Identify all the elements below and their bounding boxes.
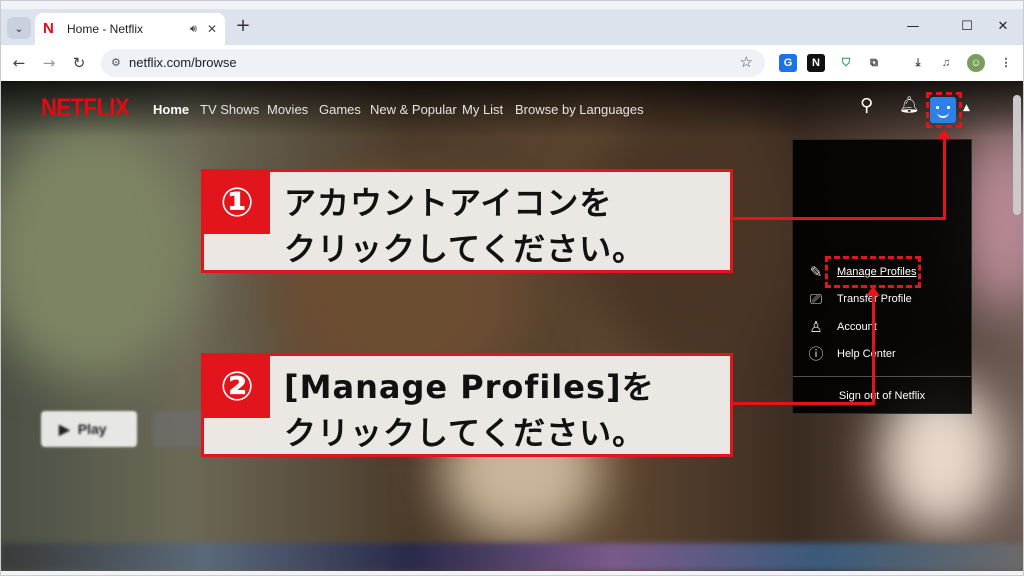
netflix-header: NETFLIX Home TV Shows Movies Games New &… <box>1 81 1023 137</box>
address-bar[interactable]: ⚙ netflix.com/browse ☆ <box>101 49 765 77</box>
url-text: netflix.com/browse <box>129 55 237 70</box>
avatar-highlight <box>926 92 962 128</box>
nav-tv-shows[interactable]: TV Shows <box>200 102 259 117</box>
content-row-strip <box>1 543 1023 571</box>
minimize-button[interactable]: — <box>893 17 933 37</box>
close-window-button[interactable]: ✕ <box>983 17 1023 37</box>
transfer-profile-icon: ⎚ <box>809 290 822 308</box>
browser-menu-icon[interactable]: ⋮ <box>997 54 1015 72</box>
play-label: Play <box>77 421 107 437</box>
netflix-favicon-icon: N <box>43 20 54 37</box>
menu-item-help-center[interactable]: ⓘ Help Center <box>805 343 965 365</box>
background-blur <box>1 121 201 381</box>
step-number: ② <box>220 364 254 410</box>
callout-number-badge: ① <box>204 172 270 234</box>
dropdown-divider <box>793 376 971 377</box>
person-icon: ♙ <box>809 318 823 336</box>
callout-line-2: クリックしてください。 <box>284 230 646 268</box>
connector-line <box>872 296 875 405</box>
connector-line <box>733 217 946 220</box>
play-button[interactable]: ▶ Play <box>41 411 137 447</box>
chevron-down-icon: ⌄ <box>14 21 24 35</box>
tab-search-button[interactable]: ⌄ <box>7 17 31 39</box>
search-icon[interactable]: ⚲ <box>860 95 873 116</box>
nav-new-popular[interactable]: New & Popular <box>370 102 457 117</box>
nav-browse-languages[interactable]: Browse by Languages <box>515 102 644 117</box>
arrow-head-icon <box>866 286 880 296</box>
caret-up-icon[interactable]: ▲ <box>963 103 970 113</box>
media-control-icon[interactable]: ♫ <box>937 54 955 72</box>
arrow-head-icon <box>937 129 951 139</box>
browser-window: ⌄ N Home - Netflix 🔊︎ ✕ + — ☐ ✕ ← → ↻ ⚙ … <box>0 0 1024 576</box>
menu-item-label: Help Center <box>837 348 896 360</box>
pencil-icon: ✎ <box>809 263 823 281</box>
help-icon: ⓘ <box>808 345 824 363</box>
extension-icon-notion[interactable]: N <box>807 54 825 72</box>
tab-title: Home - Netflix <box>67 22 144 36</box>
callout-step-2: ② [Manage Profiles]を クリックしてください。 <box>201 353 733 457</box>
callout-line-2: クリックしてください。 <box>284 414 646 452</box>
menu-item-transfer-profile[interactable]: ⎚ Transfer Profile <box>805 288 965 310</box>
reload-button[interactable]: ↻ <box>69 53 89 73</box>
connector-line <box>943 139 946 220</box>
back-button[interactable]: ← <box>9 53 29 73</box>
callout-line-1: [Manage Profiles]を <box>284 368 655 406</box>
bell-icon[interactable]: 🔔︎ <box>899 95 919 114</box>
nav-games[interactable]: Games <box>319 102 361 117</box>
extensions-puzzle-icon[interactable]: ⧉ <box>865 54 883 72</box>
netflix-logo[interactable]: NETFLIX <box>41 93 130 123</box>
sign-out-link[interactable]: Sign out of Netflix <box>793 390 971 402</box>
manage-profiles-highlight <box>825 256 921 288</box>
connector-line <box>733 402 875 405</box>
profile-avatar-icon[interactable]: ☺ <box>967 54 985 72</box>
extension-icon-1[interactable]: G <box>779 54 797 72</box>
site-settings-icon[interactable]: ⚙ <box>111 56 121 69</box>
speaker-icon[interactable]: 🔊︎ <box>190 22 197 36</box>
step-number: ① <box>220 180 254 226</box>
browser-toolbar: ← → ↻ ⚙ netflix.com/browse ☆ G N ⛉ ⧉ ⤓ ♫… <box>1 45 1023 81</box>
netflix-page: NETFLIX Home TV Shows Movies Games New &… <box>1 81 1023 571</box>
menu-item-account[interactable]: ♙ Account <box>805 316 965 338</box>
menu-item-label: Account <box>837 321 877 333</box>
bookmark-star-icon[interactable]: ☆ <box>740 53 753 71</box>
forward-button[interactable]: → <box>39 53 59 73</box>
maximize-button[interactable]: ☐ <box>947 17 987 37</box>
tab-strip: ⌄ N Home - Netflix 🔊︎ ✕ + — ☐ ✕ <box>1 9 1023 45</box>
play-icon: ▶ <box>59 420 70 437</box>
callout-number-badge: ② <box>204 356 270 418</box>
close-tab-icon[interactable]: ✕ <box>207 22 217 36</box>
extension-icon-shield[interactable]: ⛉ <box>837 54 855 72</box>
callout-line-1: アカウントアイコンを <box>284 184 613 222</box>
nav-my-list[interactable]: My List <box>462 102 503 117</box>
tab-netflix-home[interactable]: N Home - Netflix 🔊︎ ✕ <box>35 13 225 45</box>
download-icon[interactable]: ⤓ <box>909 54 927 72</box>
callout-step-1: ① アカウントアイコンを クリックしてください。 <box>201 169 733 273</box>
new-tab-button[interactable]: + <box>233 17 253 37</box>
nav-movies[interactable]: Movies <box>267 102 308 117</box>
nav-home[interactable]: Home <box>153 102 189 117</box>
scrollbar-thumb[interactable] <box>1013 95 1021 215</box>
